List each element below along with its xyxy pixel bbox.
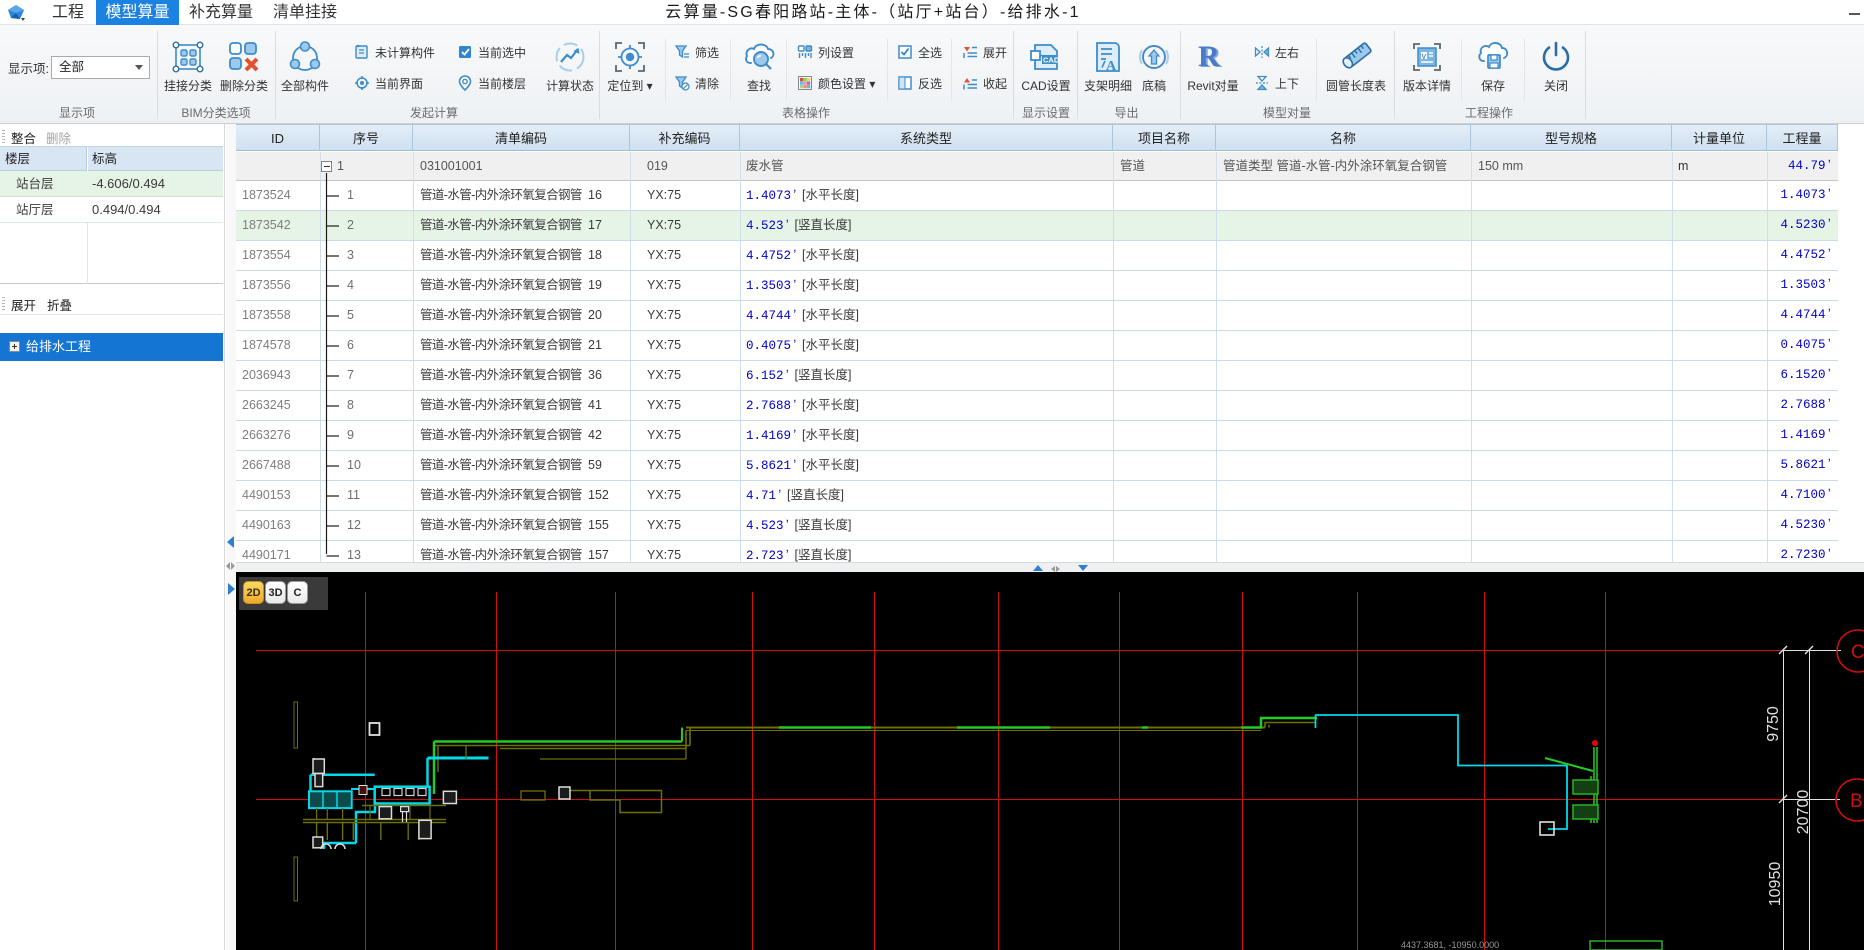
svg-text:10950: 10950 xyxy=(1767,862,1784,907)
svg-text:4437.3681, -10950.0000: 4437.3681, -10950.0000 xyxy=(1401,940,1499,950)
svg-text:9750: 9750 xyxy=(1765,706,1782,742)
svg-text:V: V xyxy=(1422,54,1427,61)
svg-text:CAD: CAD xyxy=(1043,56,1060,65)
svg-text:20700: 20700 xyxy=(1795,790,1812,835)
svg-text:C: C xyxy=(1851,642,1864,663)
svg-text:B: B xyxy=(1850,791,1863,812)
svg-text:R: R xyxy=(1198,40,1220,73)
svg-text:A: A xyxy=(1106,59,1117,74)
